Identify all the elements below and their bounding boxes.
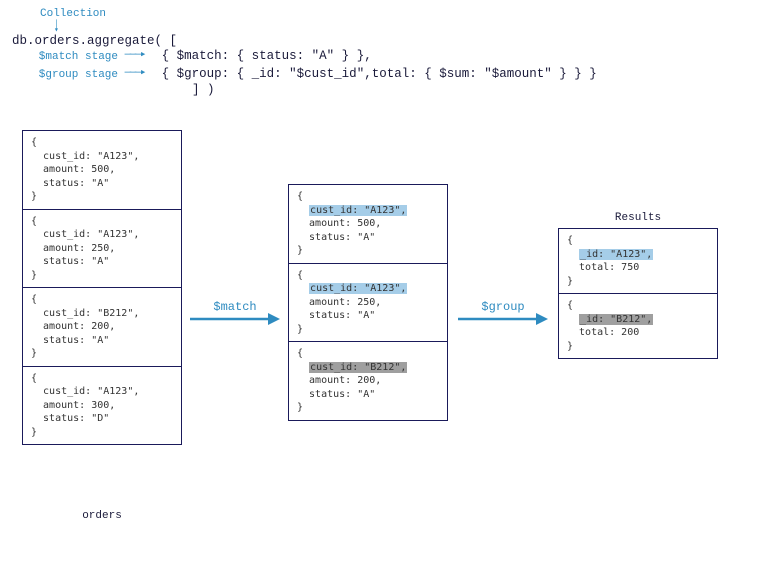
right-arrow-icon: ———▸ <box>125 66 145 81</box>
group-arrow: $group <box>458 300 548 326</box>
group-stage-label: $group stage <box>26 68 118 83</box>
collection-label: Collection <box>40 8 768 20</box>
orders-table: { cust_id: "A123", amount: 500, status: … <box>22 130 182 445</box>
matched-table: { cust_id: "A123", amount: 500, status: … <box>288 184 448 421</box>
orders-doc-1: { cust_id: "A123", amount: 500, status: … <box>23 131 181 210</box>
results-table: { _id: "A123", total: 750 } { _id: "B212… <box>558 228 718 359</box>
code-header: Collection │▾ db.orders.aggregate( [ $ma… <box>12 8 768 97</box>
group-stage-row: $group stage ———▸ { $group: { _id: "$cus… <box>26 66 768 84</box>
group-code: { $group: { _id: "$cust_id",total: { $su… <box>162 67 597 81</box>
orders-doc-4: { cust_id: "A123", amount: 300, status: … <box>23 367 181 445</box>
results-doc-2: { _id: "B212", total: 200 } <box>559 294 717 358</box>
match-code: { $match: { status: "A" } }, <box>162 49 372 63</box>
aggregate-open: db.orders.aggregate( [ <box>12 34 768 48</box>
right-arrow-icon: ———▸ <box>125 48 145 63</box>
results-caption: Results <box>558 212 718 224</box>
right-arrow-icon <box>190 312 280 326</box>
results-doc-1: { _id: "A123", total: 750 } <box>559 229 717 294</box>
matched-doc-3: { cust_id: "B212", amount: 200, status: … <box>289 342 447 420</box>
pipeline-diagram: { cust_id: "A123", amount: 500, status: … <box>0 130 780 550</box>
orders-caption: orders <box>22 510 182 522</box>
matched-doc-1: { cust_id: "A123", amount: 500, status: … <box>289 185 447 264</box>
match-arrow: $match <box>190 300 280 326</box>
match-stage-label: $match stage <box>26 50 118 65</box>
orders-doc-3: { cust_id: "B212", amount: 200, status: … <box>23 288 181 367</box>
match-stage-row: $match stage ———▸ { $match: { status: "A… <box>26 48 768 66</box>
down-arrow-icon: │▾ <box>54 22 768 34</box>
right-arrow-icon <box>458 312 548 326</box>
aggregate-close: ] ) <box>192 83 768 97</box>
orders-doc-2: { cust_id: "A123", amount: 250, status: … <box>23 210 181 289</box>
matched-doc-2: { cust_id: "A123", amount: 250, status: … <box>289 264 447 343</box>
